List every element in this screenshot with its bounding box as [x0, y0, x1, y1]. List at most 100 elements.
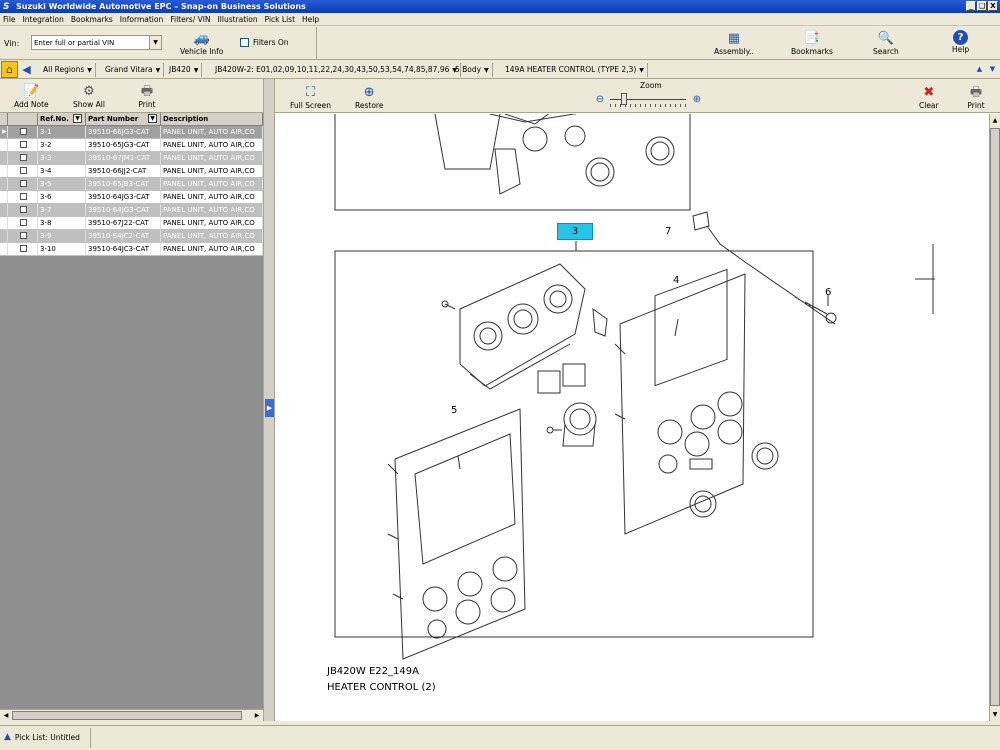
row-ref-no: 3-6	[38, 191, 86, 203]
row-checkbox[interactable]	[20, 128, 27, 135]
menu-help[interactable]: Help	[302, 15, 319, 24]
vin-dropdown-icon[interactable]: ▼	[149, 36, 161, 49]
row-ref-no: 3-3	[38, 152, 86, 164]
vscroll-thumb[interactable]	[990, 128, 1000, 706]
bookmarks-button[interactable]: 📑 Bookmarks	[791, 30, 833, 56]
row-checkbox[interactable]	[20, 219, 27, 226]
header-ref-no[interactable]: Ref.No. ▼	[38, 113, 86, 125]
minimize-button[interactable]: _	[966, 1, 976, 11]
clear-button[interactable]: ✖ Clear	[919, 84, 939, 110]
filters-on-toggle[interactable]: Filters On	[240, 38, 289, 47]
crumb-body[interactable]: 5 Body ▼	[452, 63, 493, 77]
help-icon: ?	[953, 30, 969, 45]
menu-information[interactable]: Information	[120, 15, 163, 24]
scroll-down-icon[interactable]: ▼	[987, 63, 998, 75]
table-row[interactable]: 3-2 39510-65JG3-CAT PANEL UNIT, AUTO AIR,C…	[0, 139, 263, 152]
menu-illustration[interactable]: Illustration	[218, 15, 258, 24]
zoom-in-icon[interactable]: ⊕	[691, 94, 703, 106]
callout-5[interactable]: 5	[451, 405, 457, 416]
header-part-number[interactable]: Part Number ▼	[86, 113, 161, 125]
home-icon[interactable]: ⌂	[1, 61, 18, 78]
row-ref-no: 3-10	[38, 243, 86, 255]
crumb-model[interactable]: Grand Vitara ▼	[102, 63, 165, 77]
table-row[interactable]: 3-5 39510-65JB3-CAT PANEL UNIT, AUTO AIR,C…	[0, 178, 263, 191]
panel-splitter[interactable]: ▶	[263, 79, 275, 721]
illustration-vscroll[interactable]: ▲ ▼	[989, 114, 1000, 721]
callout-4[interactable]: 4	[673, 275, 679, 286]
pick-list-status[interactable]: ▲ Pick List: Untitled	[4, 732, 80, 742]
vscroll-up-icon[interactable]: ▲	[990, 115, 1000, 126]
menu-bookmarks[interactable]: Bookmarks	[71, 15, 113, 24]
row-part-number: 39510-66JG3-CAT	[86, 126, 161, 138]
callout-3-highlight[interactable]: 3	[557, 223, 593, 240]
header-description[interactable]: Description	[161, 113, 263, 125]
table-row[interactable]: 3-6 39510-64JG3-CAT PANEL UNIT, AUTO AIR,C…	[0, 191, 263, 204]
close-button[interactable]: X	[988, 1, 998, 11]
row-checkbox[interactable]	[20, 167, 27, 174]
hscroll-thumb[interactable]	[12, 711, 242, 720]
row-checkbox[interactable]	[20, 193, 27, 200]
vin-input[interactable]: Enter full or partial VIN ▼	[31, 35, 162, 50]
help-button[interactable]: ? Help	[952, 30, 969, 54]
menu-pick-list[interactable]: Pick List	[265, 15, 295, 24]
row-description: PANEL UNIT, AUTO AIR,CO	[161, 152, 263, 164]
part-filter-icon[interactable]: ▼	[148, 114, 157, 123]
table-row[interactable]: 3-3 39510-67JM1-CAT PANEL UNIT, AUTO AIR,C…	[0, 152, 263, 165]
help-label: Help	[952, 45, 970, 54]
menu-filters-vin[interactable]: Filters/ VIN	[170, 15, 210, 24]
full-screen-button[interactable]: ⛶ Full Screen	[290, 84, 331, 110]
table-row[interactable]: 3-9 39510-64JC2-CAT PANEL UNIT, AUTO AIR,C…	[0, 230, 263, 243]
vscroll-down-icon[interactable]: ▼	[990, 709, 1000, 720]
assembly-label: Assembly..	[714, 47, 754, 56]
row-checkbox[interactable]	[20, 232, 27, 239]
row-checkbox[interactable]	[20, 206, 27, 213]
scroll-up-icon[interactable]: ▲	[974, 63, 985, 75]
exploded-diagram	[334, 114, 935, 660]
scroll-left-icon[interactable]: ◀	[1, 711, 11, 720]
callout-7[interactable]: 7	[665, 226, 671, 237]
table-row[interactable]: ▶ 3-1 39510-66JG3-CAT PANEL UNIT, AUTO AIR,…	[0, 126, 263, 139]
row-ref-no: 3-1	[38, 126, 86, 138]
scroll-right-icon[interactable]: ▶	[252, 711, 262, 720]
add-note-button[interactable]: 📝 Add Note	[14, 83, 49, 109]
row-description: PANEL UNIT, AUTO AIR,CO	[161, 217, 263, 229]
crumb-section[interactable]: 149A HEATER CONTROL (TYPE 2,3) ▼	[502, 63, 648, 77]
table-row[interactable]: 3-7 39510-64JG3-CAT PANEL UNIT, AUTO AIR,C…	[0, 204, 263, 217]
expand-arrow-icon[interactable]: ▶	[265, 399, 274, 417]
maximize-button[interactable]: ❑	[977, 1, 987, 11]
crumb-type[interactable]: JB420 ▼	[166, 63, 203, 77]
assembly-button[interactable]: ▦ Assembly..	[714, 30, 754, 56]
table-row[interactable]: 3-8 39510-67J22-CAT PANEL UNIT, AUTO AIR,C…	[0, 217, 263, 230]
search-button[interactable]: 🔍 Search	[873, 30, 899, 56]
row-checkbox[interactable]	[20, 180, 27, 187]
parts-table-hscroll[interactable]: ◀ ▶	[0, 709, 263, 721]
zoom-out-icon[interactable]: ⊖	[594, 94, 606, 106]
row-description: PANEL UNIT, AUTO AIR,CO	[161, 139, 263, 151]
callout-6[interactable]: 6	[825, 287, 831, 298]
search-label: Search	[873, 47, 899, 56]
row-checkbox[interactable]	[20, 245, 27, 252]
zoom-slider-thumb[interactable]	[620, 93, 627, 105]
menu-file[interactable]: File	[3, 15, 16, 24]
vehicle-info-button[interactable]: 🚙 Vehicle Info	[180, 30, 223, 56]
table-row[interactable]: 3-4 39510-66JJ2-CAT PANEL UNIT, AUTO AIR,C…	[0, 165, 263, 178]
left-print-button[interactable]: 🖶 Print	[138, 83, 156, 109]
show-all-button[interactable]: ⚙ Show All	[73, 83, 105, 109]
back-arrow-icon[interactable]: ◀	[21, 62, 32, 77]
crumb-variant[interactable]: JB420W-2: E01,02,09,10,11,22,24,30,43,50…	[212, 63, 461, 77]
row-description: PANEL UNIT, AUTO AIR,CO	[161, 165, 263, 177]
ref-filter-icon[interactable]: ▼	[73, 114, 82, 123]
crumb-region[interactable]: All Regions ▼	[40, 63, 96, 77]
row-checkbox[interactable]	[20, 154, 27, 161]
row-select-cell	[8, 230, 38, 242]
left-print-label: Print	[138, 100, 156, 109]
printer-icon: 🖶	[969, 85, 983, 100]
restore-button[interactable]: ⊕ Restore	[355, 84, 383, 110]
filters-on-checkbox[interactable]	[240, 38, 249, 47]
row-indicator	[0, 152, 8, 164]
right-print-button[interactable]: 🖶 Print	[967, 84, 985, 110]
row-checkbox[interactable]	[20, 141, 27, 148]
table-row[interactable]: 3-10 39510-64JC3-CAT PANEL UNIT, AUTO AIR,…	[0, 243, 263, 256]
illustration-canvas[interactable]: 3 7 4 6 5 JB420W E22_149A HEATER CONTROL…	[275, 114, 989, 721]
menu-integration[interactable]: Integration	[23, 15, 64, 24]
